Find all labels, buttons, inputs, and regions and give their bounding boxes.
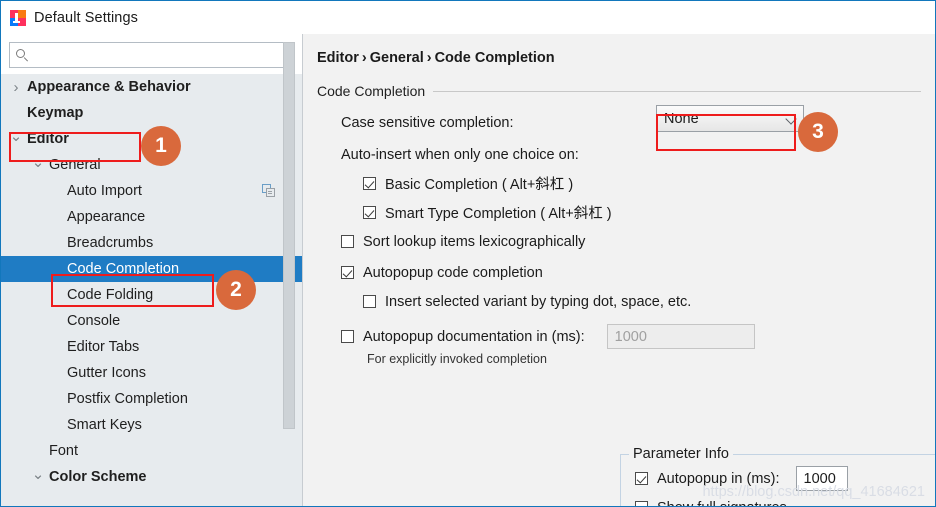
checkbox-autopopup-code-completion[interactable] <box>341 266 354 279</box>
intellij-idea-logo-icon <box>10 9 26 26</box>
breadcrumb: Editor › General › Code Completion <box>317 50 921 66</box>
sidebar-item-code-completion[interactable]: Code Completion <box>1 256 302 282</box>
checkbox-row: Sort lookup items lexicographically <box>341 229 921 254</box>
checkbox-insert-selected-variant-by-typing-dot-sp[interactable] <box>363 295 376 308</box>
checkbox-smart-type-completion-alt[interactable] <box>363 206 376 219</box>
sidebar-item-appearance[interactable]: Appearance <box>1 204 302 230</box>
show-full-signatures-row: Show full signatures <box>635 495 935 506</box>
auto-insert-label: Auto-insert when only one choice on: <box>341 146 579 163</box>
checkbox-sort-lookup-items-lexicographically[interactable] <box>341 235 354 248</box>
parameter-autopopup-input[interactable]: 1000 <box>795 466 848 491</box>
autopopup-doc-note: For explicitly invoked completion <box>367 352 547 366</box>
sidebar-item-label: Smart Keys <box>67 417 142 433</box>
breadcrumb-segment[interactable]: Code Completion <box>435 50 555 66</box>
sidebar-item-label: Code Folding <box>67 287 154 303</box>
sidebar-item-label: Code Completion <box>67 261 180 277</box>
search-input[interactable] <box>34 46 287 64</box>
sidebar-item-appearance-behavior[interactable]: › Appearance & Behavior <box>1 74 302 100</box>
sidebar-item-label: Auto Import <box>67 183 142 199</box>
sidebar-item-console[interactable]: Console <box>1 308 302 334</box>
settings-detail-pane: Editor › General › Code Completion Code Comp… <box>303 34 935 506</box>
parameter-info-legend: Parameter Info <box>629 446 733 462</box>
checkbox-row: Basic Completion ( Alt+斜杠 ) <box>363 171 921 196</box>
sidebar-item-label: Breadcrumbs <box>67 235 154 251</box>
window-title: Default Settings <box>34 9 138 26</box>
sidebar-item-label: Gutter Icons <box>67 365 146 381</box>
checkbox-basic-completion-alt[interactable] <box>363 177 376 190</box>
chevron-down-icon <box>785 113 797 125</box>
sidebar-item-code-folding[interactable]: Code Folding <box>1 282 302 308</box>
dialog-body: › Appearance & Behavior Keymap ⌄ Editor ⌄ Gene… <box>1 34 935 506</box>
checkbox-label: Autopopup code completion <box>363 264 543 281</box>
breadcrumb-segment[interactable]: General <box>370 50 424 66</box>
checkbox-row: Autopopup code completion <box>341 260 921 285</box>
sidebar-scrollbar-thumb[interactable] <box>283 42 295 429</box>
sidebar-item-breadcrumbs[interactable]: Breadcrumbs <box>1 230 302 256</box>
sidebar-item-label: Keymap <box>27 105 84 121</box>
sidebar-item-label: Appearance <box>67 209 146 225</box>
annotation-badge-3: 3 <box>798 112 838 152</box>
checkbox-label: Sort lookup items lexicographically <box>363 233 586 250</box>
parameter-autopopup-label: Autopopup in (ms): <box>657 470 780 487</box>
sidebar-item-label: Editor Tabs <box>67 339 140 355</box>
sidebar-item-editor-tabs[interactable]: Editor Tabs <box>1 334 302 360</box>
sidebar-item-auto-import[interactable]: Auto Import <box>1 178 302 204</box>
title-bar: Default Settings <box>1 1 935 34</box>
parameter-autopopup-row: Autopopup in (ms): 1000 <box>635 466 935 491</box>
autopopup-doc-checkbox[interactable] <box>341 330 354 343</box>
sidebar-item-label: Postfix Completion <box>67 391 188 407</box>
checkbox-label: Insert selected variant by typing dot, s… <box>385 293 692 310</box>
sidebar-item-label: Appearance & Behavior <box>27 79 191 95</box>
checkbox-row: Smart Type Completion ( Alt+斜杠 ) <box>363 200 921 225</box>
chevron-down-icon[interactable]: ⌄ <box>27 467 49 484</box>
sidebar-item-font[interactable]: Font <box>1 438 302 464</box>
breadcrumb-separator: › <box>361 50 367 66</box>
sidebar-search-area <box>1 34 302 74</box>
autopopup-doc-input[interactable]: 1000 <box>606 324 755 349</box>
sidebar-item-postfix-completion[interactable]: Postfix Completion <box>1 386 302 412</box>
case-sensitive-combo-value: None <box>664 110 699 127</box>
chevron-down-icon[interactable]: ⌄ <box>27 155 49 172</box>
breadcrumb-separator: › <box>426 50 432 66</box>
sidebar-item-smart-keys[interactable]: Smart Keys <box>1 412 302 438</box>
sidebar-item-keymap[interactable]: Keymap <box>1 100 302 126</box>
sidebar-item-label: Console <box>67 313 121 329</box>
parameter-autopopup-checkbox[interactable] <box>635 472 648 485</box>
autopopup-doc-label: Autopopup documentation in (ms): <box>363 328 585 345</box>
auto-insert-label-row: Auto-insert when only one choice on: <box>341 142 921 167</box>
sidebar-scrollbar[interactable] <box>283 34 295 506</box>
parameter-info-group: Parameter Info Autopopup in (ms): 1000 S… <box>620 446 935 506</box>
sidebar-item-label: Color Scheme <box>49 469 147 485</box>
show-full-signatures-checkbox[interactable] <box>635 501 648 506</box>
chevron-right-icon[interactable]: › <box>5 80 27 95</box>
sidebar-item-label: General <box>49 157 101 173</box>
checkbox-label: Smart Type Completion ( Alt+斜杠 ) <box>385 206 612 222</box>
group-divider <box>433 90 921 92</box>
settings-sidebar: › Appearance & Behavior Keymap ⌄ Editor ⌄ Gene… <box>1 34 303 506</box>
case-sensitive-combo[interactable]: None <box>656 105 804 132</box>
sidebar-item-label: Font <box>49 443 79 459</box>
completion-checkbox-list: Basic Completion ( Alt+斜杠 ) Smart Type Co… <box>341 171 921 314</box>
copy-settings-icon <box>262 184 276 198</box>
case-sensitive-label: Case sensitive completion: <box>341 115 514 131</box>
show-full-signatures-label: Show full signatures <box>657 500 787 507</box>
breadcrumb-segment[interactable]: Editor <box>317 50 359 66</box>
sidebar-item-gutter-icons[interactable]: Gutter Icons <box>1 360 302 386</box>
group-title: Code Completion <box>317 83 426 99</box>
checkbox-row: Insert selected variant by typing dot, s… <box>363 289 921 314</box>
code-completion-form: Case sensitive completion: None Auto-ins… <box>341 105 921 366</box>
search-box[interactable] <box>9 42 294 68</box>
annotation-badge-2: 2 <box>216 270 256 310</box>
checkbox-label: Basic Completion ( Alt+斜杠 ) <box>385 177 574 193</box>
annotation-badge-1: 1 <box>141 126 181 166</box>
chevron-down-icon[interactable]: ⌄ <box>5 129 27 146</box>
settings-dialog: Default Settings › Appearance & Behavior K… <box>0 0 936 507</box>
sidebar-item-label: Editor <box>27 131 69 147</box>
sidebar-item-color-scheme[interactable]: ⌄ Color Scheme <box>1 464 302 490</box>
search-icon <box>16 48 29 62</box>
autopopup-doc-row: Autopopup documentation in (ms): 1000 <box>341 324 921 349</box>
case-sensitive-combo-wrap: None <box>656 105 804 132</box>
code-completion-group-header: Code Completion <box>317 83 921 99</box>
